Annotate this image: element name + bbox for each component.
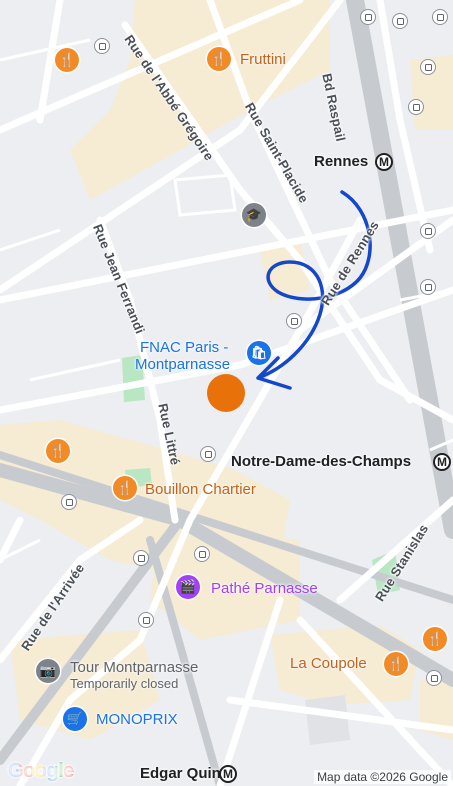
- poi-status-tour-montparnasse: Temporarily closed: [70, 676, 179, 691]
- bus-stop-icon[interactable]: [420, 279, 436, 295]
- movie-icon[interactable]: 🎬: [176, 575, 200, 599]
- bus-stop-icon[interactable]: [360, 9, 376, 25]
- poi-label-monoprix[interactable]: MONOPRIX: [96, 711, 178, 728]
- poi-label-pathe-parnasse[interactable]: Pathé Parnasse: [211, 580, 318, 597]
- bus-stop-icon[interactable]: [420, 223, 436, 239]
- metro-icon[interactable]: M: [433, 453, 451, 471]
- shopping-bag-icon[interactable]: 🛍: [247, 341, 271, 365]
- bus-stop-icon[interactable]: [286, 313, 302, 329]
- restaurant-icon[interactable]: 🍴: [55, 48, 79, 72]
- google-logo-text: Google: [8, 760, 74, 782]
- station-label-notre-dame-des-champs[interactable]: Notre-Dame-des-Champs: [231, 453, 411, 470]
- bus-stop-icon[interactable]: [133, 550, 149, 566]
- map-canvas[interactable]: Bd Raspail Rue de l'Abbé Grégoire Rue Sa…: [0, 0, 453, 786]
- bus-stop-icon[interactable]: [432, 9, 448, 25]
- metro-icon[interactable]: M: [219, 765, 237, 783]
- map-attribution: Map data ©2026 Google: [314, 770, 451, 784]
- restaurant-icon[interactable]: 🍴: [423, 627, 447, 651]
- bus-stop-icon[interactable]: [420, 59, 436, 75]
- school-icon[interactable]: 🎓: [242, 203, 266, 227]
- bus-stop-icon[interactable]: [200, 446, 216, 462]
- poi-label-la-coupole[interactable]: La Coupole: [290, 655, 367, 672]
- poi-label-fnac-line2[interactable]: Montparnasse: [135, 356, 230, 373]
- bus-stop-icon[interactable]: [61, 494, 77, 510]
- restaurant-icon[interactable]: 🍴: [207, 47, 231, 71]
- poi-label-fnac-line1[interactable]: FNAC Paris -: [140, 339, 228, 356]
- google-logo: Google: [8, 760, 74, 783]
- restaurant-icon[interactable]: 🍴: [46, 439, 70, 463]
- restaurant-icon[interactable]: 🍴: [384, 652, 408, 676]
- restaurant-icon[interactable]: 🍴: [113, 476, 137, 500]
- bus-stop-icon[interactable]: [392, 13, 408, 29]
- poi-label-fruttini[interactable]: Fruttini: [240, 51, 286, 68]
- bus-stop-icon[interactable]: [138, 612, 154, 628]
- cart-icon[interactable]: 🛒: [63, 707, 87, 731]
- poi-label-tour-montparnasse[interactable]: Tour Montparnasse: [70, 659, 198, 676]
- bus-stop-icon[interactable]: [408, 99, 424, 115]
- bus-stop-icon[interactable]: [426, 670, 442, 686]
- metro-icon[interactable]: M: [375, 153, 393, 171]
- camera-icon[interactable]: 📷: [36, 659, 60, 683]
- station-label-rennes[interactable]: Rennes: [314, 153, 368, 170]
- bus-stop-icon[interactable]: [194, 546, 210, 562]
- bus-stop-icon[interactable]: [94, 38, 110, 54]
- location-marker[interactable]: [207, 374, 245, 412]
- poi-label-bouillon-chartier[interactable]: Bouillon Chartier: [145, 481, 256, 498]
